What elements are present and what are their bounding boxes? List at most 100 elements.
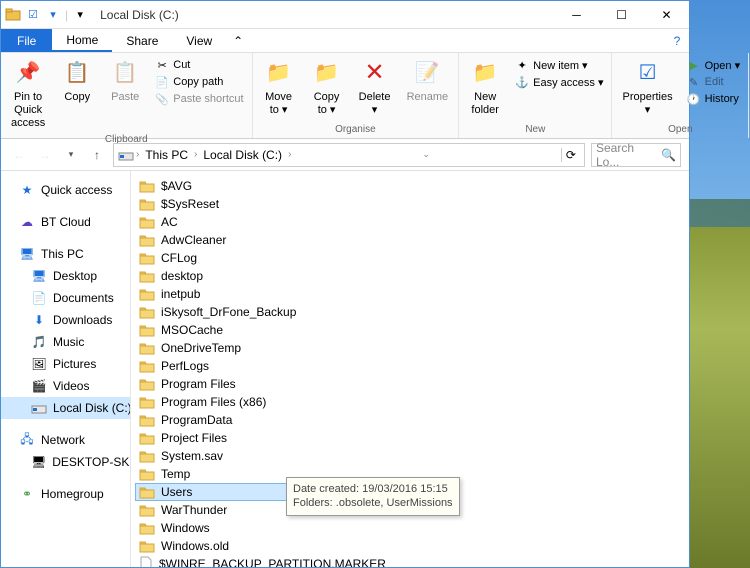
folder-item[interactable]: Users — [135, 483, 295, 501]
nav-music[interactable]: 🎵Music — [1, 331, 130, 353]
folder-item[interactable]: Windows.old — [135, 537, 295, 555]
file-item[interactable]: $WINRE_BACKUP_PARTITION.MARKER — [135, 555, 295, 567]
copy-icon: 📋 — [61, 57, 93, 89]
item-label: Windows.old — [161, 539, 229, 553]
chevron-right-icon[interactable]: › — [194, 149, 197, 160]
new-item-button[interactable]: ✦New item ▾ — [511, 57, 607, 73]
paste-shortcut-icon: 📎 — [155, 92, 169, 106]
crumb-local-disk[interactable]: Local Disk (C:) — [199, 148, 286, 162]
paste-shortcut-button[interactable]: 📎Paste shortcut — [151, 91, 247, 107]
folder-icon — [139, 430, 155, 446]
chevron-right-icon[interactable]: › — [136, 149, 139, 160]
history-button[interactable]: 🕐History — [683, 91, 745, 107]
nav-local-disk[interactable]: Local Disk (C:) — [1, 397, 130, 419]
nav-network[interactable]: 🖧Network — [1, 429, 130, 451]
folder-item[interactable]: inetpub — [135, 285, 295, 303]
minimize-button[interactable]: ─ — [554, 1, 599, 29]
folder-item[interactable]: Project Files — [135, 429, 295, 447]
folder-icon — [139, 304, 155, 320]
item-label: AC — [161, 215, 178, 229]
qat-customize[interactable]: ▾ — [72, 7, 88, 23]
folder-item[interactable]: $AVG — [135, 177, 295, 195]
folder-icon — [139, 250, 155, 266]
folder-item[interactable]: AdwCleaner — [135, 231, 295, 249]
file-list[interactable]: $AVG$SysReset AC AdwCleanerCFLogdesktop ine… — [131, 171, 689, 567]
folder-item[interactable]: ProgramData — [135, 411, 295, 429]
delete-button[interactable]: ✕Delete ▾ — [353, 55, 397, 119]
breadcrumb[interactable]: › This PC › Local Disk (C:) › ⌄ ⟳ — [113, 143, 585, 167]
copy-to-icon: 📁 — [311, 57, 343, 89]
close-button[interactable]: ✕ — [644, 1, 689, 29]
nav-this-pc[interactable]: 🖥This PC — [1, 243, 130, 265]
up-button[interactable]: ↑ — [87, 145, 107, 165]
folder-icon — [139, 412, 155, 428]
pictures-icon: 🖼 — [31, 356, 47, 372]
folder-item[interactable]: MSOCache — [135, 321, 295, 339]
explorer-icon — [5, 7, 21, 23]
nav-homegroup[interactable]: ⚭Homegroup — [1, 483, 130, 505]
folder-item[interactable]: iSkysoft_DrFone_Backup — [135, 303, 295, 321]
folder-item[interactable]: desktop — [135, 267, 295, 285]
folder-item[interactable]: WarThunder — [135, 501, 295, 519]
tab-home[interactable]: Home — [52, 29, 112, 52]
help-button[interactable]: ? — [665, 29, 689, 52]
paste-button[interactable]: 📋 Paste — [103, 55, 147, 106]
nav-pictures[interactable]: 🖼Pictures — [1, 353, 130, 375]
copy-to-button[interactable]: 📁Copy to ▾ — [305, 55, 349, 119]
search-icon: 🔍 — [661, 148, 676, 162]
back-button[interactable]: ← — [9, 145, 29, 165]
tab-share[interactable]: Share — [112, 29, 172, 52]
rename-button[interactable]: 📝Rename — [401, 55, 455, 106]
forward-button[interactable]: → — [35, 145, 55, 165]
cut-button[interactable]: ✂Cut — [151, 57, 247, 73]
qat-dropdown[interactable]: ▾ — [45, 7, 61, 23]
paste-icon: 📋 — [109, 57, 141, 89]
item-label: OneDriveTemp — [161, 341, 241, 355]
nav-network-pc[interactable]: 🖥DESKTOP-SKM20LT — [1, 451, 130, 473]
easy-access-button[interactable]: ⚓Easy access ▾ — [511, 74, 607, 90]
folder-item[interactable]: $SysReset — [135, 195, 295, 213]
nav-desktop[interactable]: 🖥Desktop — [1, 265, 130, 287]
edit-button[interactable]: ✎Edit — [683, 74, 745, 90]
cut-icon: ✂ — [155, 58, 169, 72]
nav-downloads[interactable]: ⬇Downloads — [1, 309, 130, 331]
copy-path-button[interactable]: 📄Copy path — [151, 74, 247, 90]
item-label: iSkysoft_DrFone_Backup — [161, 305, 296, 319]
delete-icon: ✕ — [359, 57, 391, 89]
folder-item[interactable]: System.sav — [135, 447, 295, 465]
search-input[interactable]: Search Lo... 🔍 — [591, 143, 681, 167]
qat-properties-icon[interactable]: ☑ — [25, 7, 41, 23]
crumb-this-pc[interactable]: This PC — [141, 148, 192, 162]
folder-item[interactable]: Temp — [135, 465, 295, 483]
recent-button[interactable]: ▾ — [61, 145, 81, 165]
folder-icon — [139, 178, 155, 194]
nav-quick-access[interactable]: ★Quick access — [1, 179, 130, 201]
new-folder-button[interactable]: 📁New folder — [463, 55, 507, 119]
item-label: Temp — [161, 467, 190, 481]
move-to-button[interactable]: 📁Move to ▾ — [257, 55, 301, 119]
refresh-button[interactable]: ⟳ — [561, 148, 580, 162]
collapse-ribbon[interactable]: ⌃ — [226, 29, 250, 52]
folder-icon — [139, 484, 155, 500]
folder-item[interactable]: OneDriveTemp — [135, 339, 295, 357]
copy-button[interactable]: 📋 Copy — [55, 55, 99, 106]
maximize-button[interactable]: ☐ — [599, 1, 644, 29]
folder-item[interactable]: CFLog — [135, 249, 295, 267]
chevron-right-icon[interactable]: › — [288, 149, 291, 160]
file-tab[interactable]: File — [1, 29, 52, 52]
nav-bt-cloud[interactable]: ☁BT Cloud — [1, 211, 130, 233]
tab-view[interactable]: View — [172, 29, 226, 52]
folder-item[interactable]: Program Files — [135, 375, 295, 393]
nav-documents[interactable]: 📄Documents — [1, 287, 130, 309]
dropdown-icon[interactable]: ⌄ — [418, 149, 434, 160]
folder-item[interactable]: Windows — [135, 519, 295, 537]
folder-item[interactable]: PerfLogs — [135, 357, 295, 375]
folder-icon — [139, 358, 155, 374]
item-label: inetpub — [161, 287, 200, 301]
nav-videos[interactable]: 🎬Videos — [1, 375, 130, 397]
properties-button[interactable]: ☑Properties ▾ — [616, 55, 678, 119]
pin-to-quick-access-button[interactable]: 📌 Pin to Quick access — [5, 55, 51, 133]
open-button[interactable]: ▶Open ▾ — [683, 57, 745, 73]
folder-item[interactable]: AC — [135, 213, 295, 231]
folder-item[interactable]: Program Files (x86) — [135, 393, 295, 411]
